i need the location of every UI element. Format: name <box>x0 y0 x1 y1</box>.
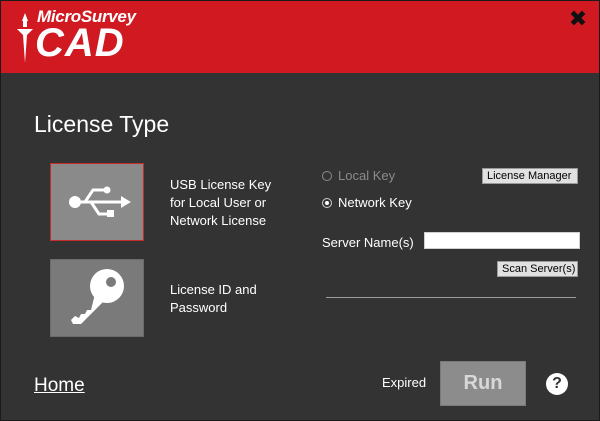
radio-checked-icon <box>322 198 332 208</box>
help-button[interactable]: ? <box>546 373 568 395</box>
license-status-text: Expired <box>382 375 427 390</box>
page-title: License Type <box>34 111 170 137</box>
scan-servers-button[interactable]: Scan Server(s) <box>497 261 578 277</box>
key-label-line: Password <box>170 300 228 315</box>
help-icon: ? <box>552 375 562 392</box>
license-id-option-label: License ID and Password <box>170 281 290 317</box>
license-id-option-button[interactable] <box>50 259 144 337</box>
usb-license-option-button[interactable] <box>50 163 144 241</box>
license-manager-button[interactable]: License Manager <box>482 168 578 184</box>
local-key-radio[interactable]: Local Key <box>322 168 395 183</box>
usb-icon <box>69 186 131 217</box>
close-icon: ✖ <box>568 7 588 32</box>
usb-license-option-label: USB License Key for Local User or Networ… <box>170 176 290 230</box>
close-button[interactable]: ✖ <box>567 9 589 31</box>
local-key-label: Local Key <box>338 168 396 183</box>
key-icon <box>71 269 124 324</box>
license-window: MicroSurvey CAD ✖ License Type USB Licen… <box>0 0 600 421</box>
run-button[interactable]: Run <box>440 361 526 406</box>
survey-pole-logo-icon <box>17 13 33 63</box>
usb-label-line: for Local User or <box>170 195 267 210</box>
radio-unchecked-icon <box>322 171 332 181</box>
server-name-input[interactable] <box>424 232 580 249</box>
divider <box>326 297 576 298</box>
usb-label-line: Network License <box>170 213 267 228</box>
home-link[interactable]: Home <box>34 375 85 397</box>
microsurvey-cad-logo: MicroSurvey CAD <box>13 7 183 69</box>
app-header: MicroSurvey CAD ✖ <box>1 1 599 73</box>
network-key-label: Network Key <box>338 195 412 210</box>
network-key-radio[interactable]: Network Key <box>322 195 412 210</box>
server-name-label: Server Name(s) <box>322 235 414 250</box>
key-label-line: License ID and <box>170 282 257 297</box>
logo-product-text: CAD <box>35 21 125 65</box>
usb-label-line: USB License Key <box>170 177 272 192</box>
